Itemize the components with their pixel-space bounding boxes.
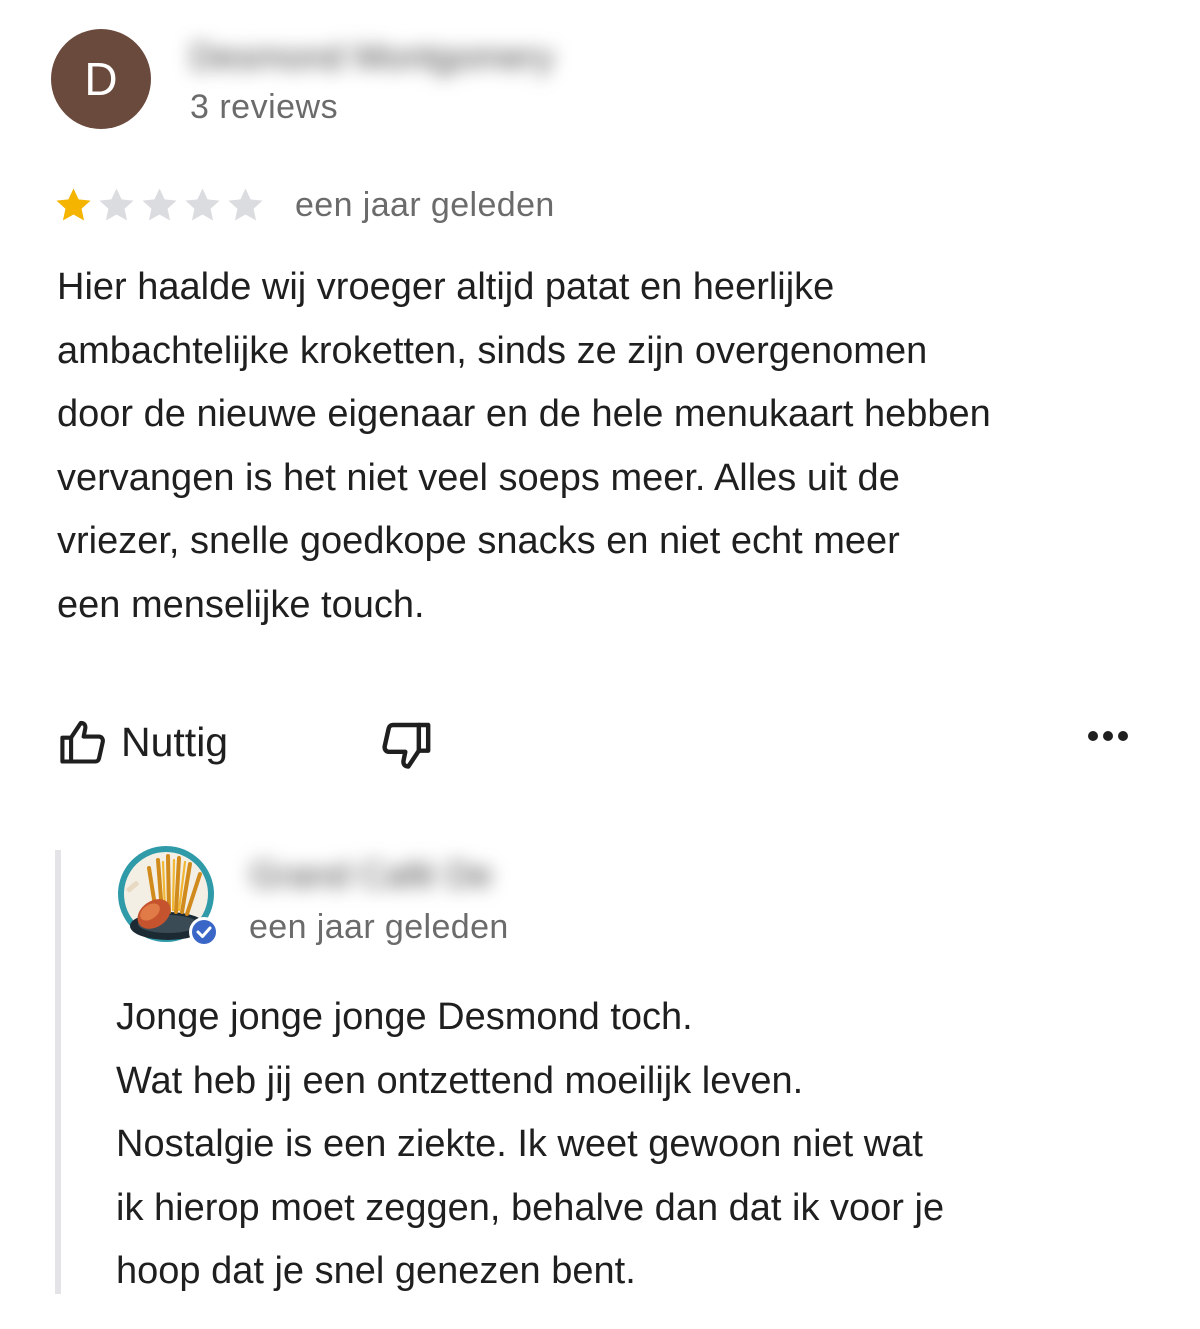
star-empty-icon bbox=[185, 188, 220, 221]
reply-text-line: Nostalgie is een ziekte. Ik weet gewoon … bbox=[116, 1123, 923, 1165]
owner-name[interactable]: Grand Café De bbox=[250, 854, 492, 896]
thumbs-down-icon bbox=[382, 722, 431, 769]
reply-text-line: hoop dat je snel genezen bent. bbox=[116, 1250, 636, 1292]
thumbs-up-icon bbox=[60, 720, 105, 764]
more-options-button[interactable] bbox=[1085, 728, 1131, 747]
star-filled-icon bbox=[56, 188, 91, 221]
owner-avatar[interactable] bbox=[116, 842, 222, 948]
reviewer-avatar[interactable]: D bbox=[51, 29, 151, 129]
reply-divider bbox=[55, 850, 61, 1294]
review-text-line: Hier haalde wij vroeger altijd patat en … bbox=[57, 266, 835, 308]
more-options-icon bbox=[1088, 731, 1128, 741]
star-rating bbox=[52, 184, 267, 227]
useful-button[interactable]: Nuttig bbox=[57, 716, 228, 768]
review-text: Hier haalde wij vroeger altijd patat en … bbox=[57, 256, 1157, 637]
review-text-line: vervangen is het niet veel soeps meer. A… bbox=[57, 456, 900, 499]
reply-date: een jaar geleden bbox=[249, 908, 509, 946]
review-date: een jaar geleden bbox=[295, 186, 555, 224]
star-empty-icon bbox=[142, 188, 177, 221]
reply-text: Jonge jonge jonge Desmond toch. Wat heb … bbox=[116, 986, 1166, 1304]
useful-label: Nuttig bbox=[121, 718, 229, 765]
avatar-initial: D bbox=[84, 53, 118, 105]
reviewer-name[interactable]: Desmond Montgomery bbox=[190, 36, 554, 78]
review-text-line: door de nieuwe eigenaar en de hele menuk… bbox=[57, 393, 991, 435]
review-text-line: ambachtelijke kroketten, sinds ze zijn o… bbox=[57, 329, 928, 372]
review-text-line: een menselijke touch. bbox=[57, 583, 425, 626]
fries-logo-icon bbox=[118, 846, 219, 947]
reply-text-line: Wat heb jij een ontzettend moeilijk leve… bbox=[116, 1059, 804, 1102]
reply-text-line: ik hierop moet zeggen, behalve dan dat i… bbox=[116, 1186, 945, 1229]
star-empty-icon bbox=[228, 188, 263, 221]
star-empty-icon bbox=[99, 188, 134, 221]
review-count[interactable]: 3 reviews bbox=[190, 88, 338, 127]
review-text-line: vriezer, snelle goedkope snacks en niet … bbox=[57, 520, 900, 562]
dislike-button[interactable] bbox=[378, 718, 434, 777]
reply-text-line: Jonge jonge jonge Desmond toch. bbox=[116, 996, 693, 1038]
